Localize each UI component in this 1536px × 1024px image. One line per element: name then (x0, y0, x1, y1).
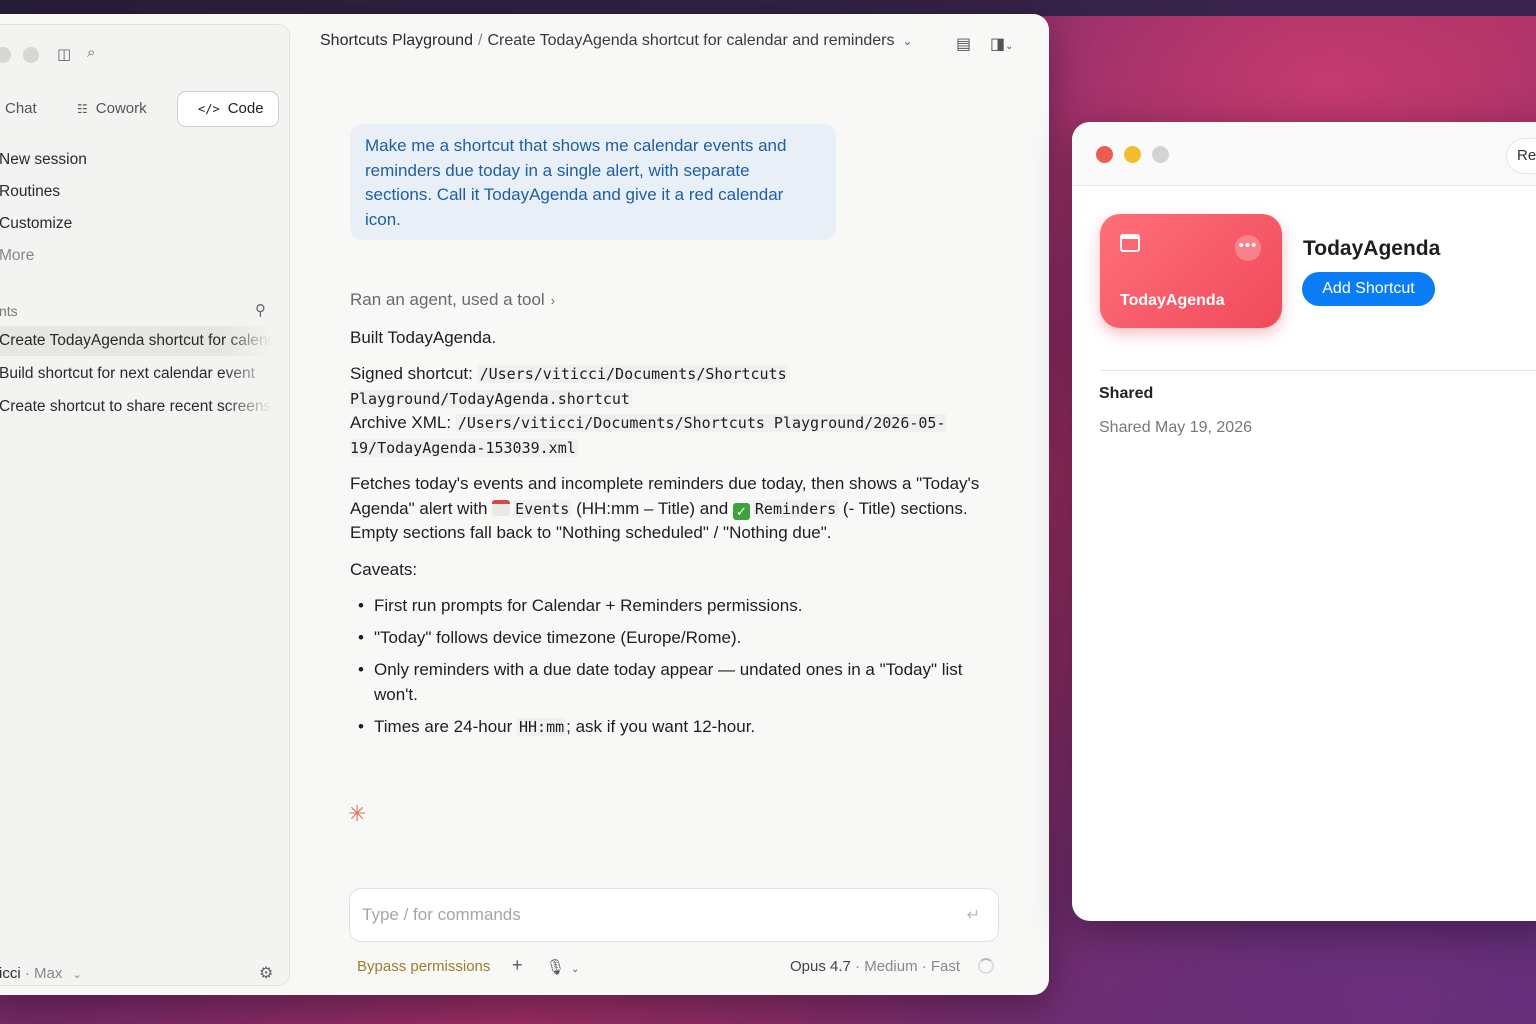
built-text: Built TodayAgenda. (350, 327, 497, 347)
minimize-icon[interactable] (1124, 146, 1141, 163)
breadcrumb[interactable]: Shortcuts Playground / Create TodayAgenda … (320, 32, 913, 60)
nav-new-session[interactable]: New session (0, 151, 87, 169)
add-shortcut-button[interactable]: Add Shortcut (1302, 272, 1435, 306)
model-name: Opus 4.7 (790, 958, 851, 975)
recent-session-item[interactable]: Build shortcut for next calendar event (0, 359, 281, 389)
chevron-down-icon[interactable]: ⌄ (903, 34, 913, 48)
more-icon[interactable]: ••• (1235, 235, 1261, 261)
list-item: Times are 24-hour HH:mm; ask if you want… (350, 715, 1010, 740)
tab-cowork[interactable]: ☷ Cowork (77, 91, 147, 127)
nav-routines[interactable]: Routines (0, 183, 60, 201)
document-icon[interactable]: ▤ (956, 34, 971, 54)
mic-icon[interactable]: 🎙 ⌄ (546, 958, 579, 976)
archive-label: Archive XML: (350, 413, 452, 432)
sidebar: ◫ ⌕ Chat ☷ Cowork </> Code New session Rou… (0, 24, 290, 986)
nav-more[interactable]: More (0, 247, 34, 265)
sidebar-toggle-icon[interactable]: ◫ (57, 45, 71, 63)
shared-heading: Shared (1099, 385, 1154, 402)
window-control-icon[interactable] (0, 47, 11, 63)
filter-icon[interactable]: ⚲ (255, 301, 266, 319)
search-icon[interactable]: ⌕ (87, 44, 95, 61)
shared-date: Shared May 19, 2026 (1099, 419, 1252, 436)
shortcut-card[interactable]: ••• TodayAgenda (1100, 214, 1282, 328)
calendar-emoji-icon (492, 499, 511, 516)
caveats-list: First run prompts for Calendar + Reminde… (350, 594, 1010, 739)
breadcrumb-project[interactable]: Shortcuts Playground (320, 32, 473, 49)
code-icon: </> (198, 102, 220, 116)
settings-icon[interactable]: ⚙ (259, 963, 273, 983)
list-item: First run prompts for Calendar + Reminde… (350, 594, 1010, 619)
events-code: Events (513, 499, 572, 518)
caveat-code: HH:mm (517, 717, 567, 736)
assistant-response: Ran an agent, used a tool › Built TodayAg… (350, 288, 1010, 747)
tab-code-label: Code (227, 100, 264, 117)
plus-icon[interactable]: + (512, 955, 523, 976)
description-part: (HH:mm – Title) and (576, 498, 729, 518)
check-emoji-icon: ✓ (732, 502, 750, 520)
output-paths: Signed shortcut: /Users/viticci/Document… (350, 362, 1010, 460)
caveats-label: Caveats: (350, 559, 418, 579)
chevron-down-icon: ⌄ (72, 969, 82, 981)
tab-chat[interactable]: Chat (5, 91, 37, 127)
nav-customize[interactable]: Customize (0, 215, 72, 233)
model-speed: · Fast (921, 958, 961, 975)
list-item: Only reminders with a due date today app… (350, 658, 1010, 707)
message-input[interactable]: Type / for commands ↵ (349, 888, 999, 942)
signed-label: Signed shortcut: (350, 364, 473, 383)
recent-session-item[interactable]: Create TodayAgenda shortcut for calendar… (0, 326, 281, 356)
account-menu[interactable]: icci · Max ⌄ (0, 965, 82, 982)
recents-label: nts (0, 303, 18, 319)
model-selector[interactable]: Opus 4.7 · Medium · Fast (790, 958, 960, 975)
tab-code[interactable]: </> Code (177, 91, 279, 127)
window-control-icon[interactable] (23, 47, 39, 63)
caveat-text: ; ask if you want 12-hour. (566, 716, 756, 736)
mode-tabs: Chat ☷ Cowork </> Code (0, 91, 281, 129)
shortcut-card-label: TodayAgenda (1120, 292, 1225, 309)
close-icon[interactable] (1096, 146, 1113, 163)
divider (1100, 370, 1536, 371)
breadcrumb-separator: / (477, 32, 483, 49)
loading-spinner-icon (978, 958, 994, 974)
bypass-permissions-button[interactable]: Bypass permissions (357, 958, 490, 975)
caveat-text: Times are 24-hour (374, 716, 513, 736)
model-effort: · Medium (855, 958, 918, 975)
breadcrumb-session[interactable]: Create TodayAgenda shortcut for calendar… (487, 32, 894, 49)
tool-use-summary[interactable]: Ran an agent, used a tool › (350, 288, 1010, 314)
tab-cowork-label: Cowork (95, 100, 147, 117)
plan-label: · Max (24, 965, 63, 982)
tool-use-label: Ran an agent, used a tool (350, 290, 545, 309)
input-placeholder: Type / for commands (362, 905, 521, 924)
claude-window: ◫ ⌕ Chat ☷ Cowork </> Code New session Rou… (0, 14, 1049, 995)
sparkle-icon: ✳ (348, 801, 367, 826)
zoom-icon[interactable] (1152, 146, 1169, 163)
recent-session-item[interactable]: Create shortcut to share recent screensh… (0, 392, 281, 422)
panel-icon[interactable]: ◨⌄ (990, 34, 1014, 54)
toolbar-button[interactable]: Re (1506, 138, 1536, 174)
chevron-right-icon: › (550, 293, 556, 308)
description: Fetches today's events and incomplete re… (350, 472, 1010, 546)
cowork-icon: ☷ (77, 102, 88, 116)
list-item: "Today" follows device timezone (Europe/… (350, 626, 1010, 651)
user-message: Make me a shortcut that shows me calenda… (350, 124, 836, 240)
title-bar: Re (1072, 122, 1536, 186)
shortcut-title: TodayAgenda (1303, 237, 1441, 260)
user-name: icci (0, 965, 21, 982)
reminders-code: Reminders (752, 499, 839, 518)
calendar-icon (1120, 234, 1140, 252)
shortcuts-window: Re ••• TodayAgenda TodayAgenda Add Short… (1072, 122, 1536, 921)
enter-icon[interactable]: ↵ (967, 905, 980, 925)
